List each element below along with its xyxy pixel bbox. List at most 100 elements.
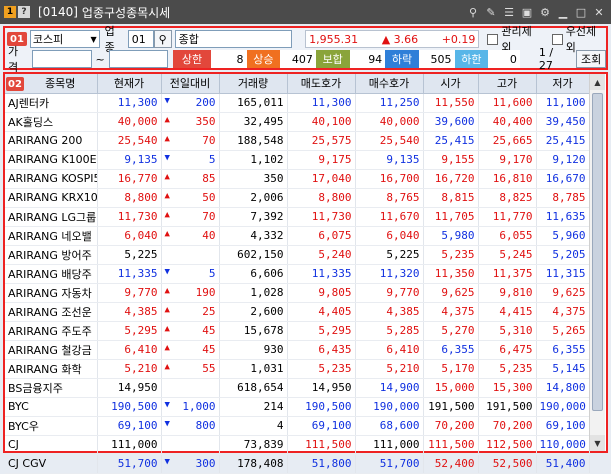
stock-name-cell[interactable]: ARIRANG 배당주 <box>5 264 98 284</box>
open-cell: 25,415 <box>423 131 479 151</box>
query-button[interactable]: 조회 <box>576 50 606 68</box>
table-row[interactable]: ARIRANG 주도주 5,295 ▲ 45 15,678 5,295 5,285 5,270… <box>5 321 590 341</box>
close-icon[interactable]: ✕ <box>591 4 607 20</box>
stock-name-cell[interactable]: ARIRANG 방어주 <box>5 245 98 265</box>
rise-tag[interactable]: 상승 <box>246 50 281 68</box>
table-row[interactable]: ARIRANG KOSPI5 16,770 ▲ 85 350 17,040 16,700 16… <box>5 169 590 189</box>
stock-name-cell[interactable]: BS금융지주 <box>5 378 98 398</box>
col-header-bid[interactable]: 매수호가 <box>355 74 424 94</box>
price-cell: 111,000 <box>97 435 162 455</box>
price-cell: 5,210 <box>97 359 162 379</box>
col-header-change[interactable]: 전일대비 <box>161 74 220 94</box>
col-header-volume[interactable]: 거래량 <box>219 74 288 94</box>
bid-cell: 11,250 <box>355 93 424 113</box>
memo-icon[interactable]: ✎ <box>483 4 499 20</box>
vol-cell: 214 <box>219 397 288 417</box>
table-row[interactable]: BS금융지주 14,950 618,654 14,950 14,900 15,000 15,… <box>5 378 590 398</box>
price-to-input[interactable] <box>108 50 169 68</box>
stock-name-cell[interactable]: ARIRANG LG그룹 <box>5 207 98 227</box>
table-row[interactable]: ARIRANG LG그룹 11,730 ▲ 70 7,392 11,730 11,670 11… <box>5 207 590 227</box>
table-row[interactable]: CJ 111,000 73,839 111,500 111,000 111,500 112,… <box>5 435 590 455</box>
maximize-icon[interactable]: □ <box>573 4 589 20</box>
stock-name-cell[interactable]: CJ <box>5 435 98 455</box>
table-row[interactable]: ARIRANG 철강금 6,410 ▲ 45 930 6,435 6,410 6,355 6,4… <box>5 340 590 360</box>
table-row[interactable]: AK홀딩스 40,000 ▲ 350 32,495 40,100 40,000 39,600 4… <box>5 112 590 132</box>
stock-name-cell[interactable]: AJ렌터카 <box>5 93 98 113</box>
table-row[interactable]: ARIRANG 자동차 9,770 ▲ 190 1,028 9,805 9,770 9,625… <box>5 283 590 303</box>
chevron-down-icon: ▼ <box>90 34 97 44</box>
fall-tag[interactable]: 하락 <box>385 50 419 68</box>
col-header-low[interactable]: 저가 <box>536 74 590 94</box>
sector-code-input[interactable]: 01 <box>127 30 154 48</box>
table-row[interactable]: BYC 190,500 ▼ 1,000 214 190,500 190,000 191,500… <box>5 397 590 417</box>
exclude-admin-checkbox[interactable] <box>487 33 499 45</box>
low-cell: 16,670 <box>536 169 590 189</box>
table-row[interactable]: ARIRANG 배당주 11,335 ▼ 5 6,606 11,335 11,320 11,3… <box>5 264 590 284</box>
ask-cell: 4,405 <box>287 302 356 322</box>
col-header-high[interactable]: 고가 <box>478 74 537 94</box>
bid-cell: 5,225 <box>355 245 424 265</box>
up-arrow-icon: ▲ <box>164 286 170 296</box>
table-row[interactable]: CJ CGV 51,700 ▼ 300 178,408 51,800 51,700 52,40… <box>5 454 590 474</box>
stock-name-cell[interactable]: BYC <box>5 397 98 417</box>
price-cell: 69,100 <box>97 416 162 436</box>
up-arrow-icon: ▲ <box>164 343 170 353</box>
up-arrow-icon: ▲ <box>164 134 170 144</box>
stock-name-cell[interactable]: ARIRANG 조선운 <box>5 302 98 322</box>
open-cell: 5,170 <box>423 359 479 379</box>
flat-tag[interactable]: 보합 <box>315 50 350 68</box>
table-row[interactable]: ARIRANG K100EW9,135▼51,1029,1759,1359,15… <box>5 150 590 170</box>
bid-cell: 4,385 <box>355 302 424 322</box>
table-row[interactable]: ARIRANG 화학 5,210 ▲ 55 1,031 5,235 5,210 5,170 5,… <box>5 359 590 379</box>
stock-name-cell[interactable]: CJ CGV <box>5 454 98 474</box>
stock-name-cell[interactable]: ARIRANG 네오밸 <box>5 226 98 246</box>
exclude-pref-checkbox[interactable] <box>551 33 563 45</box>
table-row[interactable]: BYC우 69,100 ▼ 800 4 69,100 68,600 70,200 70,200 6… <box>5 416 590 436</box>
col-header-ask[interactable]: 매도호가 <box>287 74 356 94</box>
scroll-down-icon[interactable]: ▼ <box>590 435 605 451</box>
help-icon[interactable]: ? <box>18 6 30 18</box>
gear-icon[interactable]: ⚙ <box>537 4 553 20</box>
quote-grid-panel: 02 종목명 현재가 전일대비 거래량 매도호가 매수호가 시가 고가 저가 A… <box>3 72 608 474</box>
stock-name-cell[interactable]: ARIRANG 철강금 <box>5 340 98 360</box>
low-cell: 4,375 <box>536 302 590 322</box>
list-icon[interactable]: ☰ <box>501 4 517 20</box>
stock-name-cell[interactable]: AK홀딩스 <box>5 112 98 132</box>
price-from-input[interactable] <box>32 50 92 68</box>
col-header-name[interactable]: 02 종목명 <box>5 74 98 94</box>
col-header-price[interactable]: 현재가 <box>97 74 162 94</box>
change-cell: ▲ 85 <box>161 169 220 189</box>
stock-name-cell[interactable]: ARIRANG K100EW <box>5 150 98 170</box>
high-cell: 5,245 <box>478 245 537 265</box>
minimize-icon[interactable]: ▁ <box>555 4 571 20</box>
table-row[interactable]: ARIRANG 조선운 4,385 ▲ 25 2,600 4,405 4,385 4,375 4… <box>5 302 590 322</box>
stock-name-cell[interactable]: BYC우 <box>5 416 98 436</box>
scroll-thumb[interactable] <box>592 93 603 411</box>
table-row[interactable]: ARIRANG 방어주 5,225 602,150 5,240 5,225 5,235 5,… <box>5 245 590 265</box>
stock-name-cell[interactable]: ARIRANG 자동차 <box>5 283 98 303</box>
limit-up-tag[interactable]: 상한 <box>173 50 211 68</box>
stock-name-cell[interactable]: ARIRANG 주도주 <box>5 321 98 341</box>
limit-down-tag[interactable]: 하한 <box>454 50 489 68</box>
change-cell: ▲ 190 <box>161 283 220 303</box>
table-row[interactable]: AJ렌터카 11,300 ▼ 200 165,011 11,300 11,250 11,550… <box>5 93 590 113</box>
stock-name-cell[interactable]: ARIRANG KOSPI5 <box>5 169 98 189</box>
low-cell: 9,120 <box>536 150 590 170</box>
scroll-up-icon[interactable]: ▲ <box>590 74 605 90</box>
stock-name-cell[interactable]: ARIRANG KRX100 <box>5 188 98 208</box>
window-number-icon[interactable]: 1 <box>4 6 16 18</box>
pin-icon[interactable]: ⚲ <box>465 4 481 20</box>
bid-cell: 5,285 <box>355 321 424 341</box>
search-button[interactable]: ⚲ <box>153 30 172 48</box>
vertical-scrollbar[interactable]: ▲ ▼ <box>589 74 605 451</box>
table-row[interactable]: ARIRANG 200 25,540 ▲ 70 188,548 25,575 25,540 2… <box>5 131 590 151</box>
table-row[interactable]: ARIRANG KRX100 8,800 ▲ 50 2,006 8,800 8,765 8,8… <box>5 188 590 208</box>
stock-name-cell[interactable]: ARIRANG 화학 <box>5 359 98 379</box>
market-select[interactable]: 코스피 ▼ <box>29 30 100 48</box>
table-row[interactable]: ARIRANG 네오밸 6,040 ▲ 40 4,332 6,075 6,040 5,980 6… <box>5 226 590 246</box>
low-cell: 14,800 <box>536 378 590 398</box>
col-header-open[interactable]: 시가 <box>423 74 479 94</box>
ask-cell: 69,100 <box>287 416 356 436</box>
stock-name-cell[interactable]: ARIRANG 200 <box>5 131 98 151</box>
camera-icon[interactable]: ▣ <box>519 4 535 20</box>
